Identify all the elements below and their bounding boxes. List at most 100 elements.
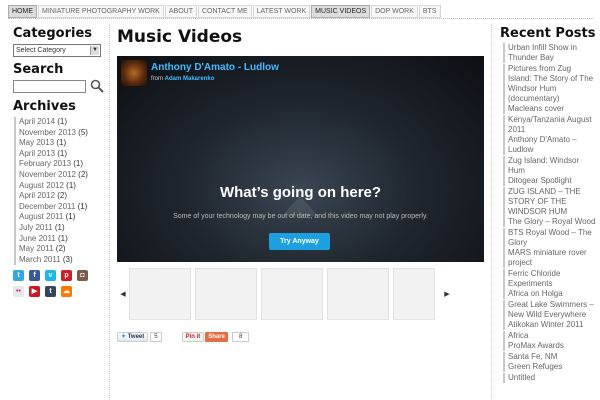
right-divider <box>491 24 492 400</box>
search-icon[interactable] <box>90 79 104 93</box>
archive-item[interactable]: April 2014 (1) <box>14 117 105 128</box>
recent-post-link[interactable]: MARS miniature rover project <box>503 248 596 268</box>
try-anyway-button[interactable]: Try Anyway <box>269 233 330 250</box>
recent-post-link[interactable]: Green Refuges <box>503 362 596 372</box>
instagram-icon[interactable]: ◘ <box>77 270 88 282</box>
pinterest-icon[interactable]: p <box>61 270 72 282</box>
recent-post-link[interactable]: Santa Fe, NM <box>503 351 596 362</box>
recent-post-link[interactable]: Macleans cover <box>503 104 596 114</box>
video-author-avatar[interactable] <box>121 60 147 86</box>
archive-count: (1) <box>65 212 76 222</box>
recent-post-link[interactable]: Untitled <box>503 372 596 383</box>
archive-count: (1) <box>56 138 67 148</box>
video-author-link[interactable]: Adam Makarenko <box>165 76 215 82</box>
carousel-thumb[interactable] <box>129 267 191 320</box>
recent-post-link[interactable]: Urban Infill Show in Thunder Bay <box>503 43 596 63</box>
recent-post-link[interactable]: Great Lake Swimmers – New Wild Everywher… <box>503 299 596 320</box>
archive-month[interactable]: November 2012 <box>19 170 76 179</box>
right-sidebar: Recent Posts Urban Infill Show in Thunde… <box>500 26 596 383</box>
archive-item[interactable]: July 2011 (1) <box>14 222 105 234</box>
archive-month[interactable]: April 2012 <box>19 191 55 200</box>
archive-item[interactable]: August 2011 (1) <box>14 212 105 223</box>
category-select[interactable]: Select Category ▼ <box>13 44 101 57</box>
flickr-icon[interactable]: •• <box>13 286 24 298</box>
recent-post-link[interactable]: The Glory – Royal Wood <box>503 217 596 227</box>
share-button[interactable]: Share <box>205 332 228 342</box>
archive-month[interactable]: May 2011 <box>19 244 54 253</box>
video-error-heading: What’s going on here? <box>219 184 382 201</box>
nav-home[interactable]: HOME <box>8 5 37 18</box>
nav-contact-me[interactable]: CONTACT ME <box>197 5 252 18</box>
recent-post-link[interactable]: Zug Island: Windsor Hum <box>503 155 596 176</box>
share-count: 8 <box>231 332 250 342</box>
recent-post-link[interactable]: Pictures from Zug Island: The Story of T… <box>503 63 596 104</box>
nav-about[interactable]: ABOUT <box>164 5 197 18</box>
archive-item[interactable]: November 2012 (2) <box>14 169 105 181</box>
archive-month[interactable]: March 2011 <box>19 255 61 264</box>
recent-post-link[interactable]: Ditogear Spotlight <box>503 176 596 186</box>
carousel-thumb[interactable] <box>195 267 257 320</box>
soundcloud-icon[interactable]: ☁ <box>61 286 72 298</box>
archive-count: (1) <box>73 159 84 169</box>
archive-count: (2) <box>55 244 66 254</box>
carousel-next-icon[interactable]: ▶ <box>441 290 453 298</box>
recent-post-link[interactable]: Atikokan Winter 2011 <box>503 320 596 330</box>
archive-item[interactable]: November 2013 (5) <box>14 127 105 139</box>
nav-bts[interactable]: BTS <box>418 5 441 18</box>
archive-month[interactable]: February 2013 <box>19 159 71 168</box>
archive-month[interactable]: August 2011 <box>19 212 63 221</box>
recent-post-link[interactable]: Africa <box>503 330 596 341</box>
tweet-label: Tweet <box>127 334 145 340</box>
recent-post-link[interactable]: ProMax Awards <box>503 341 596 351</box>
recent-post-link[interactable]: Kenya/Tanzania August 2011 <box>503 114 596 135</box>
archive-month[interactable]: November 2013 <box>19 128 76 137</box>
archive-item[interactable]: December 2011 (1) <box>14 201 105 213</box>
archive-month[interactable]: April 2014 <box>19 117 55 126</box>
twitter-icon[interactable]: t <box>13 270 24 282</box>
archive-item[interactable]: February 2013 (1) <box>14 159 105 170</box>
tweet-button[interactable]: ✦ Tweet <box>117 332 149 342</box>
archive-item[interactable]: June 2011 (1) <box>14 233 105 245</box>
nav-dop-work[interactable]: DOP WORK <box>371 5 418 18</box>
youtube-icon[interactable]: ▶ <box>29 286 40 298</box>
carousel-thumb[interactable] <box>393 267 435 320</box>
archive-month[interactable]: July 2011 <box>19 223 53 232</box>
recent-post-link[interactable]: Ferric Chloride Experiments <box>503 268 596 289</box>
archive-count: (1) <box>57 148 68 158</box>
archive-month[interactable]: August 2012 <box>19 181 64 190</box>
archive-month[interactable]: April 2013 <box>19 149 55 158</box>
recent-post-link[interactable]: Africa on Holga <box>503 289 596 299</box>
nav-miniature-photography-work[interactable]: MINIATURE PHOTOGRAPHY WORK <box>38 5 164 18</box>
social-links: t f v p ◘ •• ▶ t ☁ <box>13 270 105 298</box>
video-carousel: ◀ ▶ <box>117 266 484 321</box>
archive-month[interactable]: June 2011 <box>19 234 56 243</box>
video-player[interactable]: Anthony D'Amato - Ludlow from Adam Makar… <box>117 56 484 262</box>
carousel-prev-icon[interactable]: ◀ <box>117 290 129 298</box>
archive-count: (2) <box>78 169 88 179</box>
chevron-down-icon[interactable]: ▼ <box>90 46 99 55</box>
vimeo-icon[interactable]: v <box>45 270 56 282</box>
archive-month[interactable]: December 2011 <box>19 202 75 211</box>
archive-item[interactable]: May 2013 (1) <box>14 138 105 149</box>
video-title[interactable]: Anthony D'Amato - Ludlow <box>151 62 279 73</box>
tumblr-icon[interactable]: t <box>45 286 56 298</box>
archive-count: (1) <box>54 222 65 232</box>
recent-post-link[interactable]: ZUG ISLAND – THE STORY OF THE WINDSOR HU… <box>503 186 596 217</box>
archive-item[interactable]: April 2012 (2) <box>14 191 105 202</box>
facebook-icon[interactable]: f <box>29 270 40 282</box>
carousel-thumb[interactable] <box>327 267 389 320</box>
archive-item[interactable]: August 2012 (1) <box>14 180 105 192</box>
recent-posts-heading: Recent Posts <box>500 26 596 41</box>
carousel-thumb[interactable] <box>261 267 323 320</box>
recent-post-link[interactable]: Anthony D'Amato – Ludlow <box>503 135 596 155</box>
archive-item[interactable]: April 2013 (1) <box>14 148 105 160</box>
nav-music-videos[interactable]: MUSIC VIDEOS <box>311 5 371 18</box>
archive-month[interactable]: May 2013 <box>19 138 54 147</box>
archive-item[interactable]: March 2011 (3) <box>14 254 105 266</box>
archive-item[interactable]: May 2011 (2) <box>14 244 105 255</box>
nav-latest-work[interactable]: LATEST WORK <box>252 5 311 18</box>
recent-posts-list: Urban Infill Show in Thunder Bay Pictures… <box>500 43 596 383</box>
search-input[interactable] <box>13 79 86 93</box>
pin-it-button[interactable]: Pin it <box>181 332 205 342</box>
recent-post-link[interactable]: BTS Royal Wood – The Glory <box>503 227 596 248</box>
